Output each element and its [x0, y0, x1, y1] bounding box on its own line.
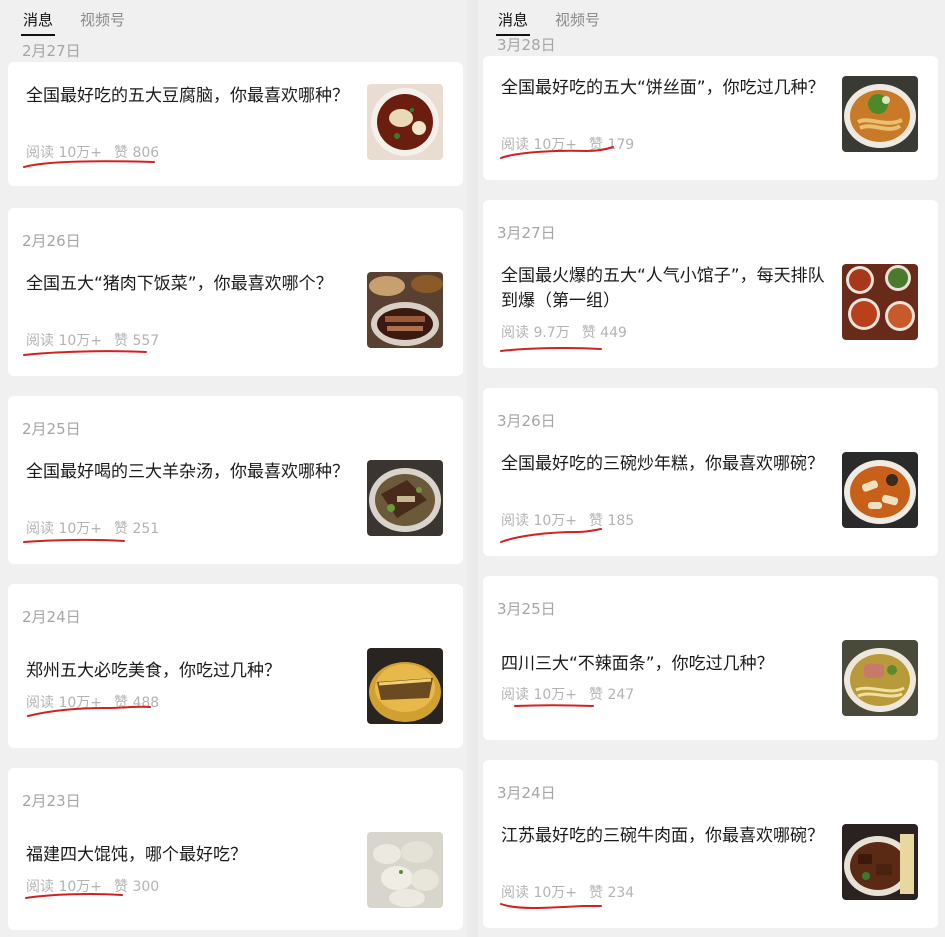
article-card[interactable]: 3月26日 全国最好吃的三碗炒年糕，你最喜欢哪碗？ 阅读 10万+ 赞 185	[483, 388, 938, 556]
article-card[interactable]: 3月24日 江苏最好吃的三碗牛肉面，你最喜欢哪碗？ 阅读 10万+ 赞 234	[483, 760, 938, 928]
article-card[interactable]: 2月27日 全国最好吃的五大豆腐脑，你最喜欢哪种？ 阅读 10万+ 赞 806	[8, 42, 463, 186]
zhengzhou-food-photo	[367, 648, 443, 724]
tab-bar: 消息 视频号	[478, 0, 945, 36]
article-title: 郑州五大必吃美食，你吃过几种？	[26, 661, 281, 681]
tofu-pudding-photo	[367, 84, 443, 160]
tab-channels[interactable]: 视频号	[555, 10, 600, 30]
article-stats: 阅读 9.7万赞 449	[501, 324, 627, 342]
article-card[interactable]: 3月25日 四川三大“不辣面条”，你吃过几种？ 阅读 10万+ 赞 247	[483, 576, 938, 740]
red-underline-annotation	[514, 704, 594, 707]
article-date: 3月28日	[497, 36, 556, 54]
red-underline-annotation	[500, 903, 602, 909]
wonton-photo	[367, 832, 443, 908]
article-title: 全国最火爆的五大“人气小馆子”，每天排队到爆（第一组）	[501, 266, 825, 311]
red-underline-annotation	[500, 528, 602, 543]
mutton-soup-photo	[367, 460, 443, 536]
article-date: 2月27日	[22, 42, 81, 60]
article-title: 江苏最好吃的三碗牛肉面，你最喜欢哪碗？	[501, 826, 824, 846]
pork-dish-photo	[367, 272, 443, 348]
beef-noodle-photo	[842, 824, 918, 900]
tab-messages[interactable]: 消息	[495, 10, 531, 36]
like-label: 赞	[581, 325, 596, 341]
tab-messages[interactable]: 消息	[20, 10, 56, 36]
article-card[interactable]: 2月24日 郑州五大必吃美食，你吃过几种？ 阅读 10万+ 赞 488	[8, 584, 463, 748]
red-underline-annotation	[500, 346, 602, 352]
article-date: 3月26日	[497, 412, 556, 430]
tab-channels[interactable]: 视频号	[80, 10, 125, 30]
read-label: 阅读	[501, 325, 529, 341]
left-panel: 消息 视频号 2月27日 全国最好吃的五大豆腐脑，你最喜欢哪种？ 阅读 10万+…	[0, 0, 467, 937]
article-date: 2月24日	[22, 608, 81, 626]
article-title: 全国最好吃的五大“饼丝面”，你吃过几种？	[501, 78, 825, 98]
article-title: 四川三大“不辣面条”，你吃过几种？	[501, 654, 774, 674]
right-panel: 消息 视频号 3月28日 全国最好吃的五大“饼丝面”，你吃过几种？ 阅读 10万…	[478, 0, 945, 937]
red-underline-annotation	[23, 350, 147, 356]
article-card[interactable]: 3月27日 全国最火爆的五大“人气小馆子”，每天排队到爆（第一组） 阅读 9.7…	[483, 200, 938, 368]
article-title: 全国五大“猪肉下饭菜”，你最喜欢哪个？	[26, 274, 333, 294]
article-card[interactable]: 2月23日 福建四大馄饨，哪个最好吃？ 阅读 10万+ 赞 300	[8, 768, 463, 930]
red-underline-annotation	[27, 705, 151, 717]
article-date: 2月23日	[22, 792, 81, 810]
article-date: 3月27日	[497, 224, 556, 242]
article-date: 2月25日	[22, 420, 81, 438]
rice-cake-photo	[842, 452, 918, 528]
article-date: 3月24日	[497, 784, 556, 802]
article-card[interactable]: 2月26日 全国五大“猪肉下饭菜”，你最喜欢哪个？ 阅读 10万+ 赞 557	[8, 208, 463, 376]
read-count: 9.7万	[533, 325, 570, 341]
article-card[interactable]: 2月25日 全国最好喝的三大羊杂汤，你最喜欢哪种？ 阅读 10万+ 赞 251	[8, 396, 463, 564]
red-underline-annotation	[23, 160, 155, 168]
red-underline-annotation	[25, 893, 123, 899]
noodle-soup-photo	[842, 640, 918, 716]
like-count: 449	[600, 325, 627, 341]
article-date: 3月25日	[497, 600, 556, 618]
article-title: 全国最好吃的三碗炒年糕，你最喜欢哪碗？	[501, 454, 824, 474]
restaurant-dishes-photo	[842, 264, 918, 340]
red-underline-annotation	[500, 146, 614, 159]
article-date: 2月26日	[22, 232, 81, 250]
noodle-bowl-photo	[842, 76, 918, 152]
article-title: 福建四大馄饨，哪个最好吃？	[26, 845, 247, 865]
article-card[interactable]: 3月28日 全国最好吃的五大“饼丝面”，你吃过几种？ 阅读 10万+ 赞 179	[483, 36, 938, 180]
article-title: 全国最好喝的三大羊杂汤，你最喜欢哪种？	[26, 462, 349, 482]
red-underline-annotation	[23, 538, 125, 543]
tab-bar: 消息 视频号	[0, 0, 467, 36]
article-title: 全国最好吃的五大豆腐脑，你最喜欢哪种？	[26, 86, 349, 106]
